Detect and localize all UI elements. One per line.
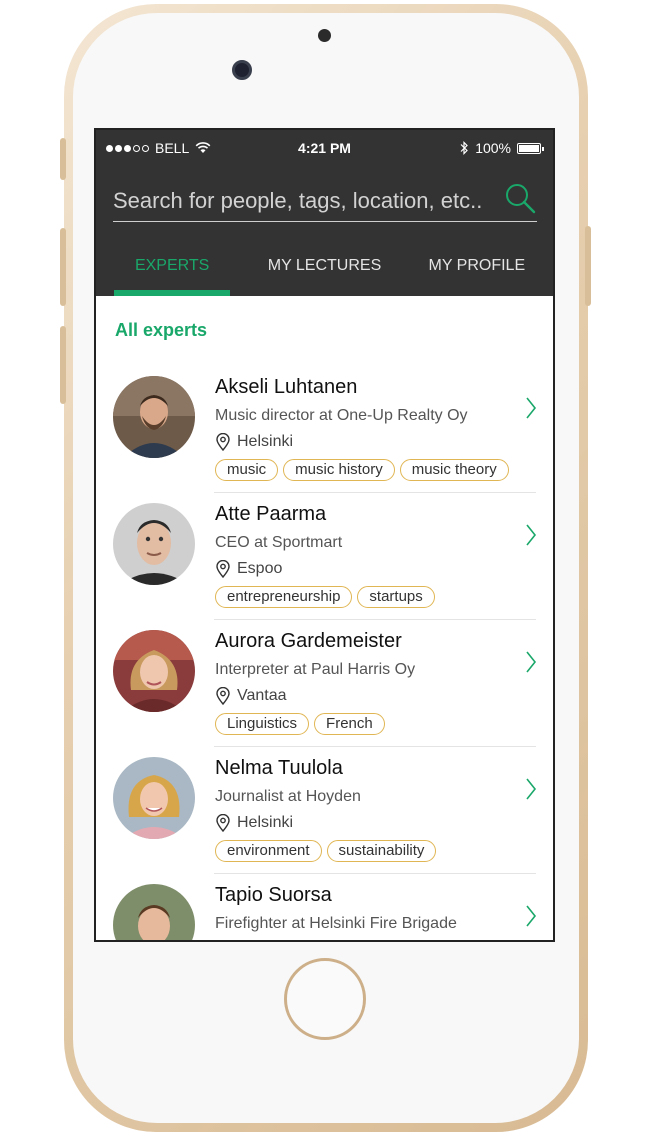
location-label: Vantaa xyxy=(237,687,287,704)
battery-percent: 100% xyxy=(475,140,511,156)
expert-name: Aurora Gardemeister xyxy=(215,630,402,652)
chevron-right-icon[interactable] xyxy=(525,904,537,928)
status-right: 100% xyxy=(459,140,544,156)
avatar xyxy=(113,757,195,839)
top-bar: BELL 4:21 PM 100% Search for people, tag… xyxy=(96,130,553,296)
expert-location: Helsinki xyxy=(215,431,533,453)
bluetooth-icon xyxy=(460,141,469,155)
mute-switch xyxy=(60,138,66,180)
expert-info: Nelma Tuulola Journalist at Hoyden Helsi… xyxy=(215,753,533,862)
tag-list: music music history music theory xyxy=(215,459,533,481)
tag[interactable]: Linguistics xyxy=(215,713,310,735)
chevron-right-icon[interactable] xyxy=(525,396,537,420)
tag[interactable]: sustainability xyxy=(326,840,437,862)
expert-title: CEO at Sportmart xyxy=(215,534,343,551)
expert-name: Atte Paarma xyxy=(215,503,327,525)
experts-list: Akseli Luhtanen Music director at One-Up… xyxy=(96,366,553,940)
avatar xyxy=(113,884,195,940)
volume-up-button xyxy=(60,228,66,306)
chevron-right-icon[interactable] xyxy=(525,650,537,674)
pin-icon xyxy=(216,560,230,578)
search-input[interactable] xyxy=(113,182,493,220)
app-screen: BELL 4:21 PM 100% Search for people, tag… xyxy=(94,128,555,942)
expert-row[interactable]: Tapio Suorsa Firefighter at Helsinki Fir… xyxy=(96,874,553,940)
tab-my-lectures[interactable]: MY LECTURES xyxy=(248,250,400,296)
expert-info: Aurora Gardemeister Interpreter at Paul … xyxy=(215,626,533,735)
expert-name: Nelma Tuulola xyxy=(215,757,343,779)
search-bar xyxy=(113,182,537,222)
expert-title: Music director at One-Up Realty Oy xyxy=(215,407,468,424)
expert-row[interactable]: Akseli Luhtanen Music director at One-Up… xyxy=(96,366,553,493)
expert-name: Akseli Luhtanen xyxy=(215,376,358,398)
power-button xyxy=(585,226,591,306)
tag[interactable]: entrepreneurship xyxy=(215,586,353,608)
expert-title: Firefighter at Helsinki Fire Brigade xyxy=(215,915,457,932)
tag[interactable]: music xyxy=(215,459,279,481)
home-button[interactable] xyxy=(284,958,366,1040)
location-label: Espoo xyxy=(237,560,283,577)
expert-row[interactable]: Aurora Gardemeister Interpreter at Paul … xyxy=(96,620,553,747)
pin-icon xyxy=(216,814,230,832)
volume-down-button xyxy=(60,326,66,404)
search-icon[interactable] xyxy=(503,182,537,216)
status-bar: BELL 4:21 PM 100% xyxy=(96,138,553,158)
tag-list: environment sustainability xyxy=(215,840,533,862)
tag[interactable]: music history xyxy=(283,459,395,481)
front-camera xyxy=(232,60,252,80)
expert-info: Akseli Luhtanen Music director at One-Up… xyxy=(215,372,533,481)
battery-icon xyxy=(517,142,544,154)
expert-row[interactable]: Nelma Tuulola Journalist at Hoyden Helsi… xyxy=(96,747,553,874)
location-label: Helsinki xyxy=(237,433,294,450)
tab-experts[interactable]: EXPERTS xyxy=(96,250,248,296)
expert-info: Tapio Suorsa Firefighter at Helsinki Fir… xyxy=(215,880,533,935)
location-label: Helsinki xyxy=(237,814,294,831)
tag-list: Linguistics French xyxy=(215,713,533,735)
proximity-sensor xyxy=(318,29,331,42)
expert-row[interactable]: Atte Paarma CEO at Sportmart Espoo entre… xyxy=(96,493,553,620)
tag[interactable]: music theory xyxy=(399,459,509,481)
pin-icon xyxy=(216,687,230,705)
experts-content: All experts Akseli Luhtanen Music direct… xyxy=(96,296,553,940)
expert-name: Tapio Suorsa xyxy=(215,884,332,906)
expert-info: Atte Paarma CEO at Sportmart Espoo entre… xyxy=(215,499,533,608)
section-title: All experts xyxy=(115,320,208,340)
chevron-right-icon[interactable] xyxy=(525,777,537,801)
tag[interactable]: environment xyxy=(215,840,322,862)
avatar xyxy=(113,376,195,458)
tab-bar: EXPERTS MY LECTURES MY PROFILE xyxy=(96,250,553,296)
tag[interactable]: startups xyxy=(357,586,435,608)
expert-location: Helsinki xyxy=(215,812,533,834)
expert-title: Interpreter at Paul Harris Oy xyxy=(215,661,416,678)
pin-icon xyxy=(216,433,230,451)
avatar xyxy=(113,630,195,712)
avatar xyxy=(113,503,195,585)
chevron-right-icon[interactable] xyxy=(525,523,537,547)
expert-location: Espoo xyxy=(215,558,533,580)
expert-title: Journalist at Hoyden xyxy=(215,788,361,805)
expert-location: Vantaa xyxy=(215,685,533,707)
tab-my-profile[interactable]: MY PROFILE xyxy=(401,250,553,296)
tag-list: entrepreneurship startups xyxy=(215,586,533,608)
tag[interactable]: French xyxy=(314,713,385,735)
